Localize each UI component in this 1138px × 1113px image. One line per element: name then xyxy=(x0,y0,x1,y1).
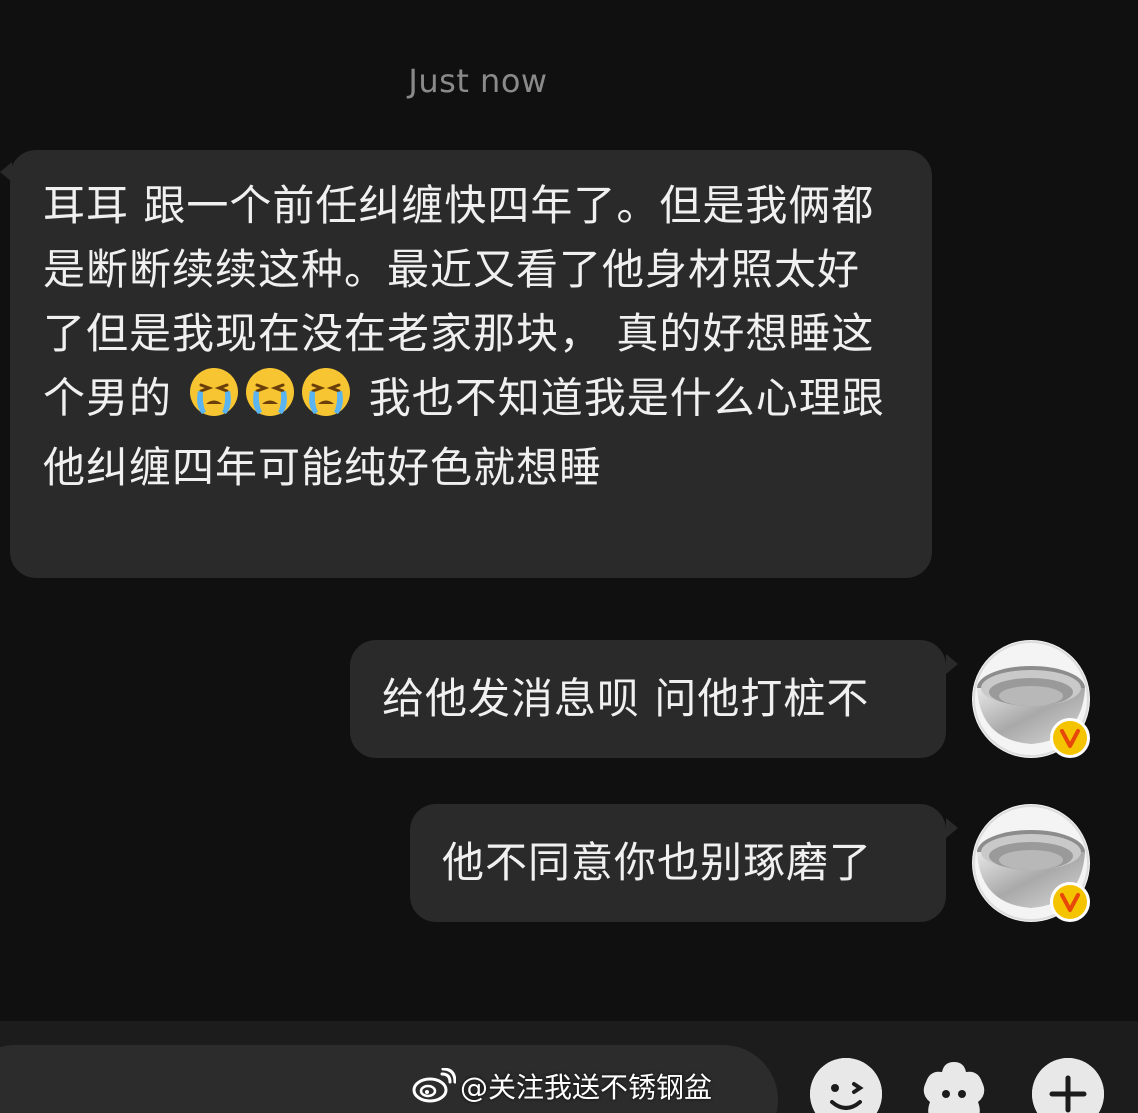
emoji-button[interactable] xyxy=(810,1058,882,1113)
verified-badge-icon xyxy=(1050,882,1090,922)
crying-face-emoji-icon xyxy=(244,366,296,436)
watermark-text: @关注我送不锈钢盆 xyxy=(460,1071,713,1104)
smiley-icon xyxy=(810,1058,882,1113)
plus-icon xyxy=(1032,1058,1104,1113)
outgoing-message-bubble[interactable]: 他不同意你也别琢磨了 xyxy=(410,804,958,922)
sticker-button[interactable] xyxy=(918,1058,990,1113)
message-timestamp: Just now xyxy=(408,62,548,100)
watermark: @关注我送不锈钢盆 xyxy=(412,1064,712,1108)
weibo-logo-icon xyxy=(412,1068,456,1103)
crying-face-emoji-icon xyxy=(188,366,240,436)
crying-face-emoji-icon xyxy=(300,366,352,436)
outgoing-message-bubble[interactable]: 给他发消息呗 问他打桩不 xyxy=(350,640,958,758)
outgoing-message-text: 他不同意你也别琢磨了 xyxy=(442,838,873,887)
incoming-message-bubble[interactable]: 耳耳 跟一个前任纠缠快四年了。但是我俩都是断断续续这种。最近又看了他身材照太好了… xyxy=(0,150,932,578)
plus-button[interactable] xyxy=(1032,1058,1104,1113)
chat-screen: Just now 耳耳 跟一个前任纠缠快四年了。但是我俩都是断断续续这种。最近又… xyxy=(0,0,1138,1113)
verified-badge-icon xyxy=(1050,718,1090,758)
outgoing-message-text: 给他发消息呗 问他打桩不 xyxy=(382,674,870,723)
sticker-icon xyxy=(923,1062,985,1113)
avatar[interactable] xyxy=(972,804,1090,922)
avatar[interactable] xyxy=(972,640,1090,758)
